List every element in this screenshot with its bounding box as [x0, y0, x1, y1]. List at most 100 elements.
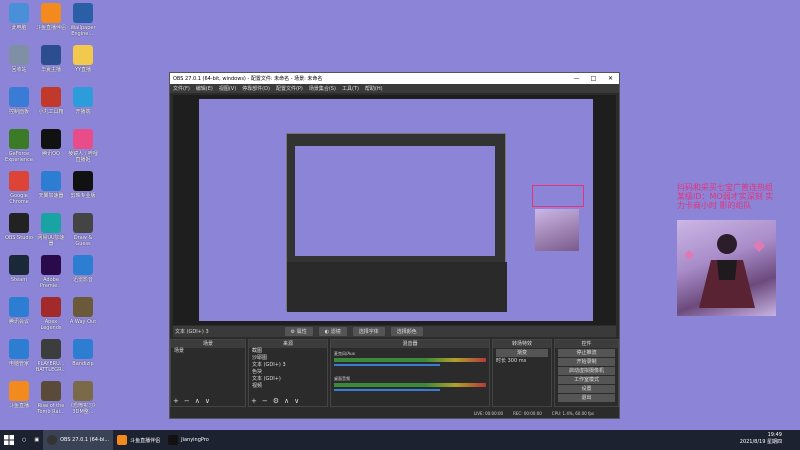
mixer-channel: 麦克风/Aux	[334, 351, 486, 373]
desktop-icon[interactable]: Steam	[3, 252, 35, 294]
desktop-icon-label: YY直播	[74, 67, 92, 73]
desktop-icon[interactable]: 小丸工具箱	[35, 84, 67, 126]
desktop-icon[interactable]: 回收站	[3, 42, 35, 84]
desktop-icon-label: 开播端	[75, 109, 91, 115]
premiere-icon	[41, 255, 61, 275]
start-recording-button[interactable]: 开始录制	[558, 358, 615, 366]
menu-scene-collection[interactable]: 场景集合(S)	[309, 85, 336, 92]
desktop-icon[interactable]: 剪映专业版	[67, 168, 99, 210]
desktop-icon[interactable]: GeForce Experience	[3, 126, 35, 168]
desktop-icon[interactable]: 控制面板	[3, 84, 35, 126]
mixer-channel-name: 麦克风/Aux	[334, 351, 355, 356]
desktop-icon-label: 迅雷影音	[72, 277, 93, 283]
menu-view[interactable]: 视图(V)	[219, 85, 236, 92]
settings-button[interactable]: 设置	[558, 385, 615, 393]
desktop-icon[interactable]: 此电脑	[3, 0, 35, 42]
up-icon[interactable]: ∧	[284, 397, 289, 405]
volume-slider[interactable]	[334, 389, 441, 391]
desktop-icon[interactable]: 斗鱼直播伴侣	[35, 0, 67, 42]
controls-header: 控件	[555, 340, 618, 348]
desktop-icon[interactable]: 腾讯QQ	[35, 126, 67, 168]
down-icon[interactable]: ∨	[294, 397, 299, 405]
remove-icon[interactable]: −	[262, 397, 268, 405]
desktop-icon-label: Rise of the Tomb Rai...	[37, 403, 65, 415]
desktop-icon[interactable]: Apex Legends	[35, 294, 67, 336]
add-icon[interactable]: +	[251, 397, 257, 405]
desktop-icon[interactable]: 迅雷影音	[67, 252, 99, 294]
taskbar-item-obs[interactable]: OBS 27.0.1 (64-bi...	[43, 430, 114, 450]
desktop-icon[interactable]: A Way Out	[67, 294, 99, 336]
desktop-icon[interactable]: Bandizip	[67, 336, 99, 378]
taskview-button[interactable]: ▣	[30, 430, 43, 450]
desktop-icon-label: 回收站	[11, 67, 27, 73]
menu-tools[interactable]: 工具(T)	[342, 85, 359, 92]
preview-canvas[interactable]	[199, 99, 593, 321]
taskbar-item-jianying[interactable]: JianyingPro	[164, 430, 213, 450]
sources-footer: + − ⚙ ∧ ∨	[251, 397, 299, 405]
source-item[interactable]: 视频	[249, 383, 327, 390]
desktop-icon[interactable]: PLAYERU... BATTLEGR...	[35, 336, 67, 378]
desktop-icon[interactable]: Rise of the Tomb Rai...	[35, 378, 67, 420]
windows-icon	[4, 435, 14, 445]
duration-input[interactable]: 300 ms	[508, 358, 527, 364]
stop-streaming-button[interactable]: 停止推流	[558, 349, 615, 357]
game-icon	[73, 381, 93, 401]
remove-icon[interactable]: −	[184, 397, 190, 405]
preview-area[interactable]	[173, 95, 616, 325]
desktop-icon[interactable]: 华夏主播	[35, 42, 67, 84]
capcut-icon	[168, 435, 179, 445]
source-item[interactable]: 文本 (GDI+)	[249, 376, 327, 383]
search-button[interactable]: ○	[18, 430, 30, 450]
menu-profile[interactable]: 配置文件(P)	[276, 85, 303, 92]
up-icon[interactable]: ∧	[195, 397, 200, 405]
source-item[interactable]: 文本 (GDI+) 3	[249, 362, 327, 369]
properties-button[interactable]: ⚙ 属性	[284, 327, 313, 336]
minimize-icon[interactable]: —	[568, 73, 585, 84]
pubg-icon	[41, 339, 61, 359]
desktop-icon[interactable]: Draw & Guess	[67, 210, 99, 252]
source-item[interactable]: 色块	[249, 369, 327, 376]
filters-button[interactable]: ◐ 滤镜	[318, 327, 347, 336]
system-clock[interactable]: 19:49 2021/8/19 星期四	[740, 432, 782, 446]
taskbar-item-douyu[interactable]: 斗鱼直播伴侣	[113, 430, 164, 450]
desktop-icon[interactable]: Adobe Premie...	[35, 252, 67, 294]
menu-file[interactable]: 文件(F)	[173, 85, 190, 92]
close-icon[interactable]: ✕	[602, 73, 619, 84]
scene-item[interactable]: 场景	[171, 348, 245, 355]
desktop-icon-label: 控制面板	[8, 109, 29, 115]
add-icon[interactable]: +	[173, 397, 179, 405]
nested-obs-window	[286, 133, 507, 312]
down-icon[interactable]: ∨	[205, 397, 210, 405]
desktop-icons: 此电脑 斗鱼直播伴侣 Wallpaper Engine:... 回收站 华夏主播 YY直播…	[0, 0, 100, 430]
select-font-button[interactable]: 选择字体	[352, 327, 385, 336]
desktop-icon[interactable]: 网易UU加速 器	[35, 210, 67, 252]
desktop-icon[interactable]: Wallpaper Engine:...	[67, 0, 99, 42]
desktop-icon[interactable]: 《恐怖实习》 3DM整...	[67, 378, 99, 420]
select-color-button[interactable]: 选择颜色	[390, 327, 423, 336]
studio-mode-button[interactable]: 工作室模式	[558, 376, 615, 384]
desktop-icon[interactable]: 天翼加速器	[35, 168, 67, 210]
desktop-icon[interactable]: YY直播	[67, 42, 99, 84]
source-item[interactable]: 沙耶图	[249, 355, 327, 362]
desktop-icon-label: 华夏主播	[40, 67, 61, 73]
transition-select[interactable]: 渐变	[496, 349, 548, 357]
desktop-icon[interactable]: 斗鱼直播	[3, 378, 35, 420]
gear-icon[interactable]: ⚙	[273, 397, 279, 405]
desktop-icon[interactable]: 棱镜人 / 哔哩 直播姬	[67, 126, 99, 168]
menu-help[interactable]: 帮助(H)	[365, 85, 383, 92]
desktop-icon[interactable]: 电脑管家	[3, 336, 35, 378]
desktop-icon[interactable]: 开播端	[67, 84, 99, 126]
virtual-camera-button[interactable]: 启动虚拟摄像机	[558, 367, 615, 375]
menu-edit[interactable]: 编辑(E)	[196, 85, 213, 92]
exit-button[interactable]: 退出	[558, 394, 615, 402]
desktop-icon-label: Steam	[10, 277, 28, 283]
start-button[interactable]	[0, 430, 18, 450]
desktop-icon[interactable]: OBS Studio	[3, 210, 35, 252]
maximize-icon[interactable]: □	[585, 73, 602, 84]
volume-slider[interactable]	[334, 364, 441, 366]
source-item[interactable]: 截图	[249, 348, 327, 355]
search-icon: ○	[22, 437, 27, 443]
menu-docks[interactable]: 停靠部件(D)	[242, 85, 270, 92]
desktop-icon[interactable]: 腾讯会议	[3, 294, 35, 336]
desktop-icon[interactable]: Google Chrome	[3, 168, 35, 210]
